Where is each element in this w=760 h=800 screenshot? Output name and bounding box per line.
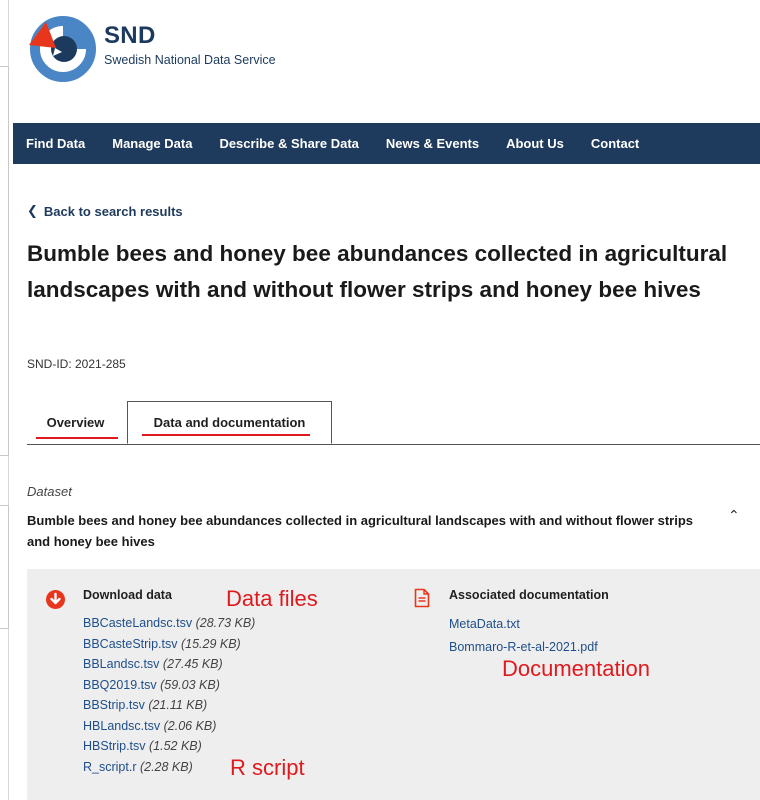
dataset-title: Bumble bees and honey bee abundances col… [27, 513, 694, 549]
documentation-heading: Associated documentation [449, 588, 609, 602]
download-icon [46, 590, 65, 609]
nav-item-manage-data[interactable]: Manage Data [112, 136, 192, 151]
annotation-r-script: R script [230, 755, 305, 780]
file-link[interactable]: BBLandsc.tsv (27.45 KB) [83, 654, 255, 675]
tab-bar: Overview Data and documentation [27, 401, 760, 445]
side-panel-edge [0, 505, 9, 629]
chevron-left-icon: ❮ [27, 203, 38, 218]
brand-subtitle: Swedish National Data Service [104, 53, 276, 67]
data-file-list: BBCasteLandsc.tsv (28.73 KB) BBCasteStri… [83, 613, 255, 777]
download-heading: Download data [83, 588, 172, 602]
dataset-label: Dataset [27, 484, 72, 499]
brand-name: SND [104, 22, 156, 49]
nav-item-about-us[interactable]: About Us [506, 136, 564, 151]
annotation-underline [142, 434, 310, 436]
nav-item-contact[interactable]: Contact [591, 136, 639, 151]
nav-item-news-events[interactable]: News & Events [386, 136, 479, 151]
tab-overview-label: Overview [46, 414, 105, 430]
nav-item-describe-share-data[interactable]: Describe & Share Data [219, 136, 358, 151]
document-icon [414, 588, 430, 613]
back-link-label: Back to search results [43, 203, 183, 219]
documentation-list: MetaData.txt Bommaro-R-et-al-2021.pdf [449, 613, 598, 659]
tab-data-label: Data and documentation [153, 415, 306, 430]
annotation-data-files: Data files [226, 586, 318, 611]
file-link[interactable]: HBStrip.tsv (1.52 KB) [83, 736, 255, 757]
side-panel-edge [0, 66, 9, 456]
file-link[interactable]: BBCasteLandsc.tsv (28.73 KB) [83, 613, 255, 634]
doc-link[interactable]: MetaData.txt [449, 613, 598, 636]
brand: SND Swedish National Data Service [104, 22, 276, 67]
file-link[interactable]: BBStrip.tsv (21.11 KB) [83, 695, 255, 716]
chevron-up-icon[interactable]: ⌃ [728, 507, 740, 524]
file-link[interactable]: BBQ2019.tsv (59.03 KB) [83, 675, 255, 696]
annotation-underline [36, 437, 118, 439]
page-title: Bumble bees and honey bee abundances col… [27, 241, 728, 302]
file-link[interactable]: BBCasteStrip.tsv (15.29 KB) [83, 634, 255, 655]
snd-logo[interactable] [26, 12, 96, 82]
main-nav: Find Data Manage Data Describe & Share D… [13, 123, 760, 164]
annotation-documentation: Documentation [502, 656, 650, 681]
tab-data-and-documentation[interactable]: Data and documentation [127, 401, 332, 444]
back-to-search-link[interactable]: ❮ Back to search results [27, 203, 183, 219]
nav-item-find-data[interactable]: Find Data [26, 136, 85, 151]
snd-id: SND-ID: 2021-285 [27, 357, 126, 371]
file-link[interactable]: HBLandsc.tsv (2.06 KB) [83, 716, 255, 737]
